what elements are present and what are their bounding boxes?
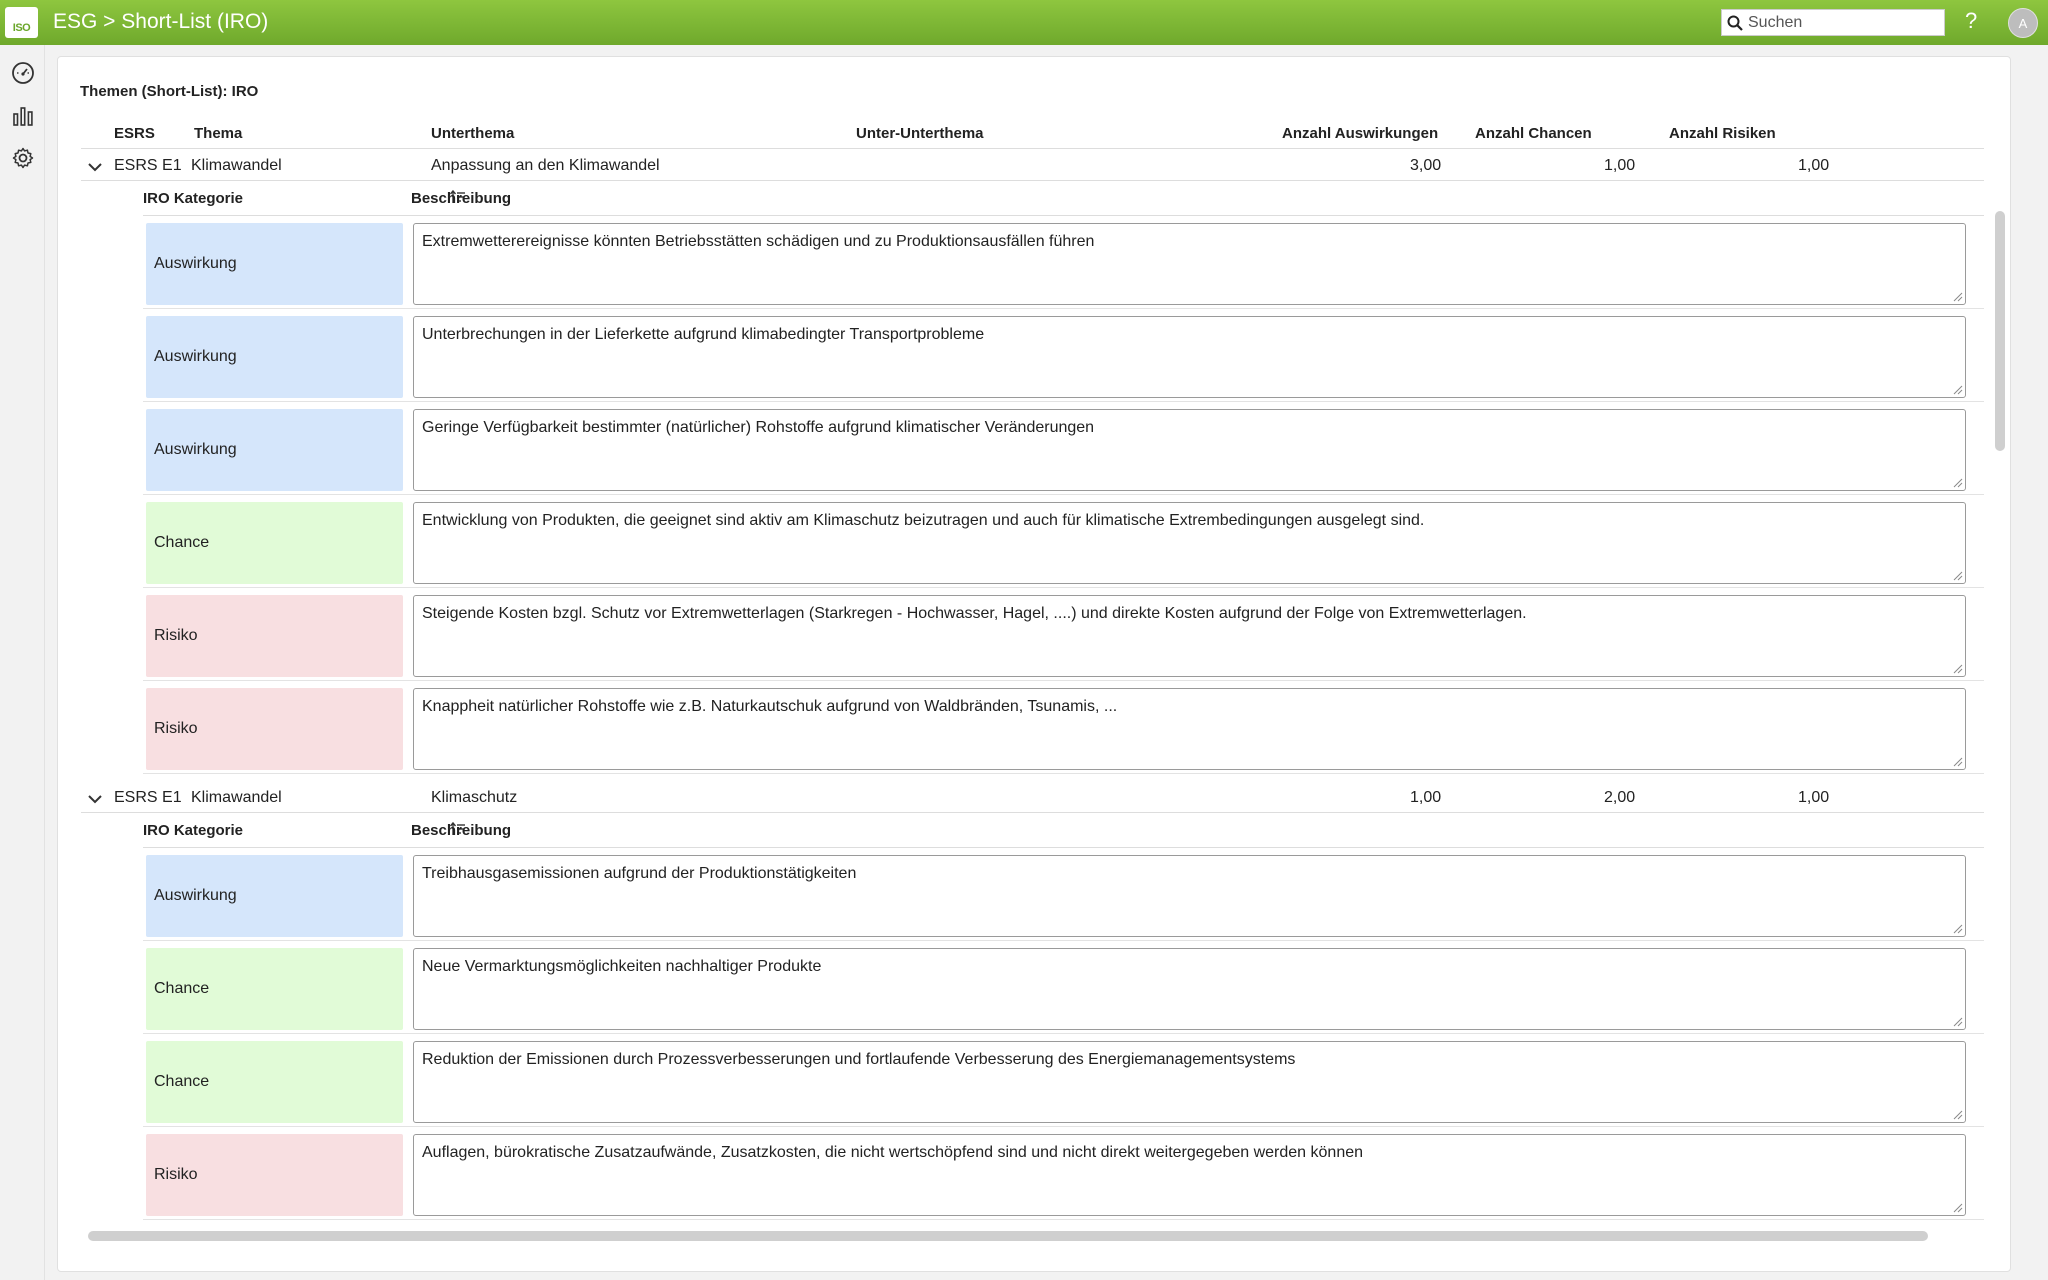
description-textarea[interactable]: Treibhausgasemissionen aufgrund der Prod… <box>413 855 1966 937</box>
description-textarea[interactable]: Steigende Kosten bzgl. Schutz vor Extrem… <box>413 595 1966 677</box>
search-icon <box>1722 10 1748 35</box>
cell-unterthema: Anpassung an den Klimawandel <box>431 157 660 174</box>
topic-row[interactable]: ESRS E1 Klimawandel Klimaschutz 1,00 2,0… <box>81 782 1984 813</box>
chart-icon[interactable] <box>10 103 36 129</box>
iro-grid: ESRS E1 Klimawandel Anpassung an den Kli… <box>81 150 1984 1280</box>
col-anzahl-auswirkungen[interactable]: Anzahl Auswirkungen <box>1282 125 1438 142</box>
iro-row: Risiko Knappheit natürlicher Rohstoffe w… <box>143 681 1984 774</box>
iro-row: Auswirkung Geringe Verfügbarkeit bestimm… <box>143 402 1984 495</box>
col-beschreibung[interactable]: Beschreibung <box>411 822 511 839</box>
iro-category-auswirkung[interactable]: Auswirkung <box>146 855 403 937</box>
col-anzahl-risiken[interactable]: Anzahl Risiken <box>1669 125 1776 142</box>
horizontal-scrollbar[interactable] <box>88 1231 1928 1241</box>
sub-table-header: IRO Kategorie Beschreibung <box>143 181 1984 216</box>
resize-handle-icon[interactable] <box>1953 1110 1963 1120</box>
cell-anzahl-chancen: 2,00 <box>1604 789 1636 806</box>
iro-category-chance[interactable]: Chance <box>146 502 403 584</box>
resize-handle-icon[interactable] <box>1953 757 1963 767</box>
panel-title: Themen (Short-List): IRO <box>80 83 259 100</box>
iro-row: Risiko Steigende Kosten bzgl. Schutz vor… <box>143 588 1984 681</box>
cell-unterthema: Klimaschutz <box>431 789 518 806</box>
cell-thema: Klimawandel <box>191 789 282 806</box>
settings-icon[interactable] <box>10 145 36 171</box>
col-beschreibung[interactable]: Beschreibung <box>411 190 511 207</box>
iro-category-auswirkung[interactable]: Auswirkung <box>146 409 403 491</box>
iro-category-chance[interactable]: Chance <box>146 1041 403 1123</box>
resize-handle-icon[interactable] <box>1953 664 1963 674</box>
cell-anzahl-auswirkungen: 1,00 <box>1410 789 1442 806</box>
description-textarea[interactable]: Unterbrechungen in der Lieferkette aufgr… <box>413 316 1966 398</box>
resize-handle-icon[interactable] <box>1953 292 1963 302</box>
vertical-scrollbar[interactable] <box>1995 153 2005 1270</box>
cell-esrs: ESRS E1 <box>114 157 182 174</box>
cell-anzahl-auswirkungen: 3,00 <box>1410 157 1442 174</box>
vertical-scrollbar-thumb[interactable] <box>1995 211 2005 451</box>
sub-table-header: IRO Kategorie Beschreibung <box>143 813 1984 848</box>
description-textarea[interactable]: Knappheit natürlicher Rohstoffe wie z.B.… <box>413 688 1966 770</box>
topic-group: ESRS E1 Klimawandel Klimaschutz 1,00 2,0… <box>81 782 1984 1220</box>
page-title: ESG > Short-List (IRO) <box>53 10 269 33</box>
col-iro-kategorie[interactable]: IRO Kategorie <box>143 190 243 207</box>
topic-row[interactable]: ESRS E1 Klimawandel Anpassung an den Kli… <box>81 150 1984 181</box>
iro-row: Chance Reduktion der Emissionen durch Pr… <box>143 1034 1984 1127</box>
resize-handle-icon[interactable] <box>1953 924 1963 934</box>
iro-category-auswirkung[interactable]: Auswirkung <box>146 223 403 305</box>
col-unter-unterthema[interactable]: Unter-Unterthema <box>856 125 984 142</box>
cell-esrs: ESRS E1 <box>114 789 182 806</box>
side-rail <box>0 45 45 1280</box>
description-textarea[interactable]: Entwicklung von Produkten, die geeignet … <box>413 502 1966 584</box>
resize-handle-icon[interactable] <box>1953 385 1963 395</box>
cell-anzahl-risiken: 1,00 <box>1798 789 1830 806</box>
iro-category-risiko[interactable]: Risiko <box>146 595 403 677</box>
resize-handle-icon[interactable] <box>1953 478 1963 488</box>
resize-handle-icon[interactable] <box>1953 1017 1963 1027</box>
iro-category-chance[interactable]: Chance <box>146 948 403 1030</box>
iro-row: Auswirkung Unterbrechungen in der Liefer… <box>143 309 1984 402</box>
cell-thema: Klimawandel <box>191 157 282 174</box>
col-esrs[interactable]: ESRS <box>114 125 155 142</box>
iro-category-risiko[interactable]: Risiko <box>146 688 403 770</box>
chevron-down-icon[interactable] <box>87 791 103 805</box>
resize-handle-icon[interactable] <box>1953 571 1963 581</box>
topic-group: ESRS E1 Klimawandel Anpassung an den Kli… <box>81 150 1984 774</box>
iro-row: Risiko Auflagen, bürokratische Zusatzauf… <box>143 1127 1984 1220</box>
iro-row: Chance Neue Vermarktungsmöglichkeiten na… <box>143 941 1984 1034</box>
col-thema[interactable]: Thema <box>194 125 242 142</box>
iro-category-auswirkung[interactable]: Auswirkung <box>146 316 403 398</box>
search-input[interactable] <box>1748 13 1938 32</box>
col-unterthema[interactable]: Unterthema <box>431 125 514 142</box>
top-bar: ISO ESG > Short-List (IRO) ? A <box>0 0 2048 45</box>
search-box[interactable] <box>1721 9 1945 36</box>
iro-row: Auswirkung Treibhausgasemissionen aufgru… <box>143 848 1984 941</box>
main-panel: Themen (Short-List): IRO ESRS Thema Unte… <box>57 56 2011 1272</box>
iro-row: Chance Entwicklung von Produkten, die ge… <box>143 495 1984 588</box>
avatar[interactable]: A <box>2008 8 2038 38</box>
description-textarea[interactable]: Reduktion der Emissionen durch Prozessve… <box>413 1041 1966 1123</box>
description-textarea[interactable]: Neue Vermarktungsmöglichkeiten nachhalti… <box>413 948 1966 1030</box>
table-header: ESRS Thema Unterthema Unter-Unterthema A… <box>81 116 1984 149</box>
description-textarea[interactable]: Auflagen, bürokratische Zusatzaufwände, … <box>413 1134 1966 1216</box>
iro-row: Auswirkung Extremwetterereignisse könnte… <box>143 216 1984 309</box>
col-iro-kategorie[interactable]: IRO Kategorie <box>143 822 243 839</box>
chevron-down-icon[interactable] <box>87 159 103 173</box>
iro-category-risiko[interactable]: Risiko <box>146 1134 403 1216</box>
col-anzahl-chancen[interactable]: Anzahl Chancen <box>1475 125 1592 142</box>
help-button[interactable]: ? <box>1965 8 1977 34</box>
description-textarea[interactable]: Geringe Verfügbarkeit bestimmter (natürl… <box>413 409 1966 491</box>
cell-anzahl-risiken: 1,00 <box>1798 157 1830 174</box>
app-logo[interactable]: ISO <box>5 7 38 38</box>
dashboard-icon[interactable] <box>10 60 36 86</box>
cell-anzahl-chancen: 1,00 <box>1604 157 1636 174</box>
description-textarea[interactable]: Extremwetterereignisse könnten Betriebss… <box>413 223 1966 305</box>
resize-handle-icon[interactable] <box>1953 1203 1963 1213</box>
